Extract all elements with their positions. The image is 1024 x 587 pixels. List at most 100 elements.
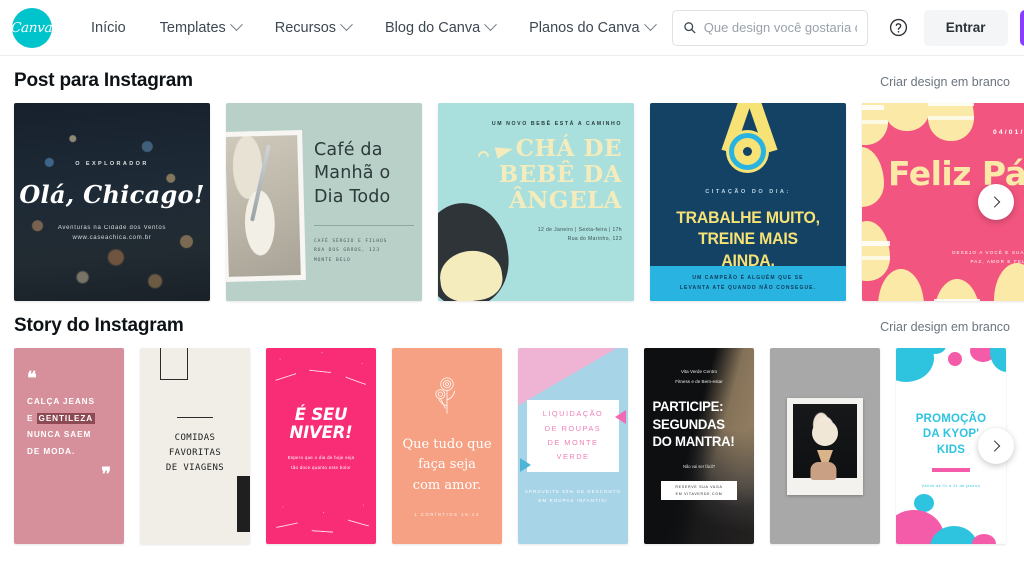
- card-line1: PROMOÇÃO: [915, 413, 987, 425]
- card-headline: Olá, Chicago!: [19, 179, 205, 209]
- rose-icon: [435, 377, 455, 414]
- card-address-line1: CAFÉ SÉRGIO E FILHOS: [314, 238, 388, 244]
- canva-logo-text: Canva: [10, 19, 54, 36]
- question-circle-icon: [889, 18, 908, 37]
- canva-logo[interactable]: Canva: [10, 7, 54, 48]
- template-card-polaroid-sorvete[interactable]: [770, 348, 880, 544]
- template-card-que-tudo-que-faca[interactable]: Que tudo que faça seja com amor. 1 CORÍN…: [392, 348, 502, 544]
- create-blank-design-link[interactable]: Criar design em branco: [880, 75, 1010, 89]
- quote-close-icon: ❞: [101, 464, 111, 486]
- chevron-down-icon: [340, 18, 353, 32]
- nav-item-planos-do-canva[interactable]: Planos do Canva: [512, 12, 671, 44]
- card-line3: com amor.: [412, 477, 482, 493]
- help-button[interactable]: [882, 11, 916, 45]
- template-card-ola-chicago[interactable]: O EXPLORADOR Olá, Chicago! Aventuras na …: [14, 103, 210, 301]
- card-headline-line1: PARTICIPE:: [652, 398, 724, 415]
- divider: [177, 416, 213, 419]
- template-card-participe-segundas[interactable]: Vita Verde Centro Fitness e de Bem-estar…: [644, 348, 754, 544]
- chevron-down-icon: [643, 18, 657, 32]
- card-footer-text: APROVEITE 50% DE DESCONTO EM ROUPAS INFA…: [518, 487, 628, 506]
- card-address: CAFÉ SÉRGIO E FILHOS RUA DOS GRÃOS, 123 …: [314, 237, 414, 266]
- template-card-trabalhe-muito[interactable]: CITAÇÃO DO DIA: TRABALHE MUITO, TREINE M…: [650, 103, 846, 301]
- card-date: 04/01/2019: [992, 129, 1024, 136]
- party-hat-icon: [272, 504, 298, 528]
- card-line4: DE MODA.: [27, 447, 76, 457]
- decor-bar: [237, 476, 250, 532]
- card-subtext: Espero que o dia de hoje seja tão doce q…: [266, 453, 376, 472]
- card-subtext: Não vai ser fácil?: [682, 464, 716, 470]
- card-kicker: CITAÇÃO DO DIA:: [705, 189, 791, 195]
- carousel-next-button-stories[interactable]: [978, 428, 1014, 464]
- card-headline-line2: SEGUNDAS: [652, 415, 725, 432]
- template-row-stories: ❝ CALÇA JEANS E GENTILEZA NUNCA SAEM DE …: [14, 348, 1014, 544]
- site-header: Canva Início Templates Recursos Blog do …: [0, 0, 1024, 56]
- easter-egg-icon: [862, 221, 890, 281]
- template-card-liquidacao-roupas[interactable]: LIQUIDAÇÃO DE ROUPAS DE MONTE VERDE APRO…: [518, 348, 628, 544]
- card-address-line2: RUA DOS GRÃOS, 123: [314, 248, 380, 254]
- section-post-para-instagram: Post para Instagram Criar design em bran…: [0, 56, 1024, 301]
- card-line2: DE ROUPAS: [544, 423, 602, 433]
- card-line1: CALÇA JEANS: [27, 396, 95, 406]
- card-subtext: Válido de 01 a 31 de janeiro: [921, 483, 981, 488]
- card-line3: DE VIAGENS: [165, 462, 225, 473]
- card-text-block: CALÇA JEANS E GENTILEZA NUNCA SAEM DE MO…: [27, 394, 111, 461]
- easter-egg-icon: [862, 147, 884, 207]
- card-headline: Café da Manhã o Dia Todo: [314, 140, 391, 207]
- template-card-cha-de-bebe[interactable]: UM NOVO BEBÊ ESTÁ A CAMINHO CHÁ DE BEBÊ …: [438, 103, 634, 301]
- main-navigation: Início Templates Recursos Blog do Canva …: [74, 12, 672, 44]
- card-text-block: Café da Manhã o Dia Todo CAFÉ SÉRGIO E F…: [304, 103, 422, 301]
- card-footer-line1: UM CAMPEÃO É ALGUÉM QUE SE: [692, 275, 804, 281]
- decor-blob: [896, 348, 934, 382]
- card-brand-line1: Vita Verde Centro: [680, 369, 718, 374]
- carousel-next-button-posts[interactable]: [978, 184, 1014, 220]
- decor-triangle-right: [615, 410, 626, 424]
- card-headline-line2: NIVER!: [289, 423, 353, 443]
- decor-blob: [972, 534, 996, 544]
- nav-item-blog-do-canva[interactable]: Blog do Canva: [368, 12, 512, 44]
- nav-item-label: Início: [91, 19, 126, 36]
- easter-egg-icon: [884, 103, 930, 131]
- search-input[interactable]: [703, 20, 857, 35]
- card-line2: FAVORITAS: [168, 448, 222, 458]
- chevron-down-icon: [229, 18, 243, 32]
- nav-item-label: Recursos: [274, 19, 337, 36]
- section-header: Story do Instagram Criar design em branc…: [14, 301, 1010, 348]
- template-card-calca-jeans[interactable]: ❝ CALÇA JEANS E GENTILEZA NUNCA SAEM DE …: [14, 348, 124, 544]
- nav-item-inicio[interactable]: Início: [74, 12, 143, 44]
- party-hat-icon: [345, 359, 373, 385]
- easter-egg-icon: [994, 263, 1024, 301]
- card-footer-line1: APROVEITE 50% DE DESCONTO: [525, 488, 621, 494]
- template-card-comidas-favoritas[interactable]: COMIDAS FAVORITAS DE VIAGENS: [140, 348, 250, 544]
- divider: [314, 224, 414, 226]
- easter-egg-icon: [878, 269, 924, 301]
- card-cta-button: RESERVE SUA VAGA EM VITAVERDE.COM: [661, 481, 737, 501]
- chevron-down-icon: [484, 18, 498, 32]
- template-card-e-seu-niver[interactable]: É SEU NIVER! Espero que o dia de hoje se…: [266, 348, 376, 544]
- card-subtext-line2: tão doce quanto este bolo!: [291, 464, 351, 470]
- medal-icon: [729, 133, 766, 170]
- card-headline-line3: DO MANTRA!: [652, 433, 735, 449]
- nav-item-templates[interactable]: Templates: [143, 12, 258, 44]
- card-line2: E GENTILEZA: [27, 411, 111, 428]
- header-actions: Entrar Registre-se: [671, 9, 1024, 46]
- nav-item-recursos[interactable]: Recursos: [258, 12, 368, 44]
- card-headline: PARTICIPE: SEGUNDAS DO MANTRA!: [644, 386, 747, 450]
- signup-button[interactable]: Registre-se: [1019, 9, 1024, 46]
- card-footer-line2: EM ROUPAS INFANTIS!: [538, 498, 608, 504]
- nav-item-label: Templates: [159, 19, 226, 36]
- decor-triangle-left: [520, 458, 531, 472]
- nav-item-label: Planos do Canva: [529, 19, 640, 36]
- card-footer-banner: UM CAMPEÃO É ALGUÉM QUE SE LEVANTA ATÉ Q…: [650, 266, 846, 301]
- search-box[interactable]: [671, 9, 868, 46]
- login-button[interactable]: Entrar: [923, 9, 1008, 46]
- polaroid-frame: [787, 397, 863, 495]
- chevron-right-icon: [988, 196, 1001, 208]
- create-blank-design-link[interactable]: Criar design em branco: [880, 320, 1010, 334]
- card-text-block: LIQUIDAÇÃO DE ROUPAS DE MONTE VERDE: [527, 400, 619, 472]
- party-hat-icon: [311, 511, 334, 532]
- template-card-cafe-da-manha[interactable]: Café da Manhã o Dia Todo CAFÉ SÉRGIO E F…: [226, 103, 422, 301]
- card-line1: COMIDAS: [174, 433, 216, 444]
- card-address-line3: MONTE BELO: [314, 258, 351, 264]
- card-line2-prefix: E: [27, 413, 37, 423]
- card-line4: VERDE: [556, 452, 590, 462]
